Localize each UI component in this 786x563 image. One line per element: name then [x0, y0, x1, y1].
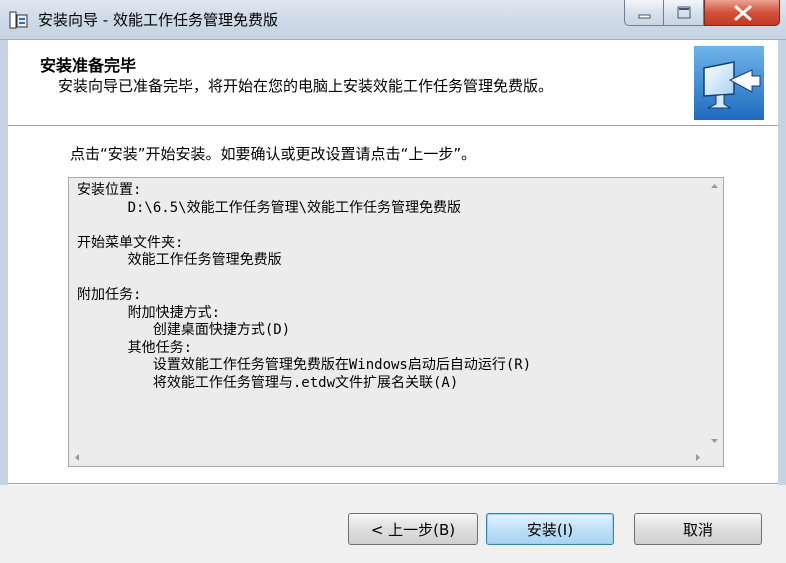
memo-line: 将效能工作任务管理与.etdw文件扩展名关联(A): [77, 374, 459, 391]
memo-line: 附加任务:: [77, 287, 142, 303]
wizard-body: 点击“安装”开始安装。如要确认或更改设置请点击“上一步”。 安装位置: D:\6…: [8, 127, 778, 483]
memo-line: 开始菜单文件夹:: [77, 234, 184, 251]
memo-line: 效能工作任务管理免费版: [77, 252, 282, 268]
memo-line: 设置效能工作任务管理免费版在Windows启动后自动运行(R): [77, 357, 532, 373]
page-description: 安装向导已准备完毕，将开始在您的电脑上安装效能工作任务管理免费版。: [58, 77, 554, 95]
scrollbar-corner: [706, 449, 723, 466]
horizontal-scrollbar[interactable]: [69, 449, 706, 466]
scroll-right-icon[interactable]: [689, 449, 706, 466]
install-button[interactable]: 安装(I): [486, 513, 614, 545]
minimize-icon: [638, 14, 651, 19]
wizard-footer: < 上一步(B) 安装(I) 取消: [0, 485, 786, 563]
maximize-icon: [677, 6, 691, 19]
memo-line: 附加快捷方式:: [77, 304, 221, 321]
vertical-scrollbar[interactable]: [706, 178, 723, 449]
title-bar[interactable]: 安装向导 - 效能工作任务管理免费版: [0, 0, 786, 40]
close-button[interactable]: [704, 0, 780, 26]
page-title: 安装准备完毕: [40, 56, 137, 75]
minimize-button[interactable]: [624, 0, 664, 26]
scroll-up-icon[interactable]: [706, 178, 723, 195]
close-icon: [734, 5, 752, 21]
memo-line: 安装位置:: [77, 182, 142, 198]
computer-install-icon: [694, 46, 764, 120]
memo-line: [77, 270, 697, 288]
maximize-button[interactable]: [664, 0, 704, 26]
installer-icon: [9, 11, 28, 29]
back-button[interactable]: < 上一步(B): [348, 513, 478, 545]
window-title: 安装向导 - 效能工作任务管理免费版: [38, 11, 278, 29]
memo-line: [77, 217, 697, 235]
scroll-left-icon[interactable]: [69, 449, 86, 466]
scroll-down-icon[interactable]: [706, 432, 723, 449]
instruction-text: 点击“安装”开始安装。如要确认或更改设置请点击“上一步”。: [70, 145, 477, 163]
memo-line: 其他任务:: [77, 339, 193, 356]
cancel-button[interactable]: 取消: [634, 513, 762, 545]
memo-line: D:\6.5\效能工作任务管理\效能工作任务管理免费版: [77, 199, 462, 216]
settings-summary-memo[interactable]: 安装位置: D:\6.5\效能工作任务管理\效能工作任务管理免费版 开始菜单文件…: [68, 177, 724, 467]
memo-line: 创建桌面快捷方式(D): [77, 322, 291, 338]
wizard-header: 安装准备完毕 安装向导已准备完毕，将开始在您的电脑上安装效能工作任务管理免费版。: [8, 40, 778, 126]
settings-summary-text: 安装位置: D:\6.5\效能工作任务管理\效能工作任务管理免费版 开始菜单文件…: [77, 182, 697, 442]
